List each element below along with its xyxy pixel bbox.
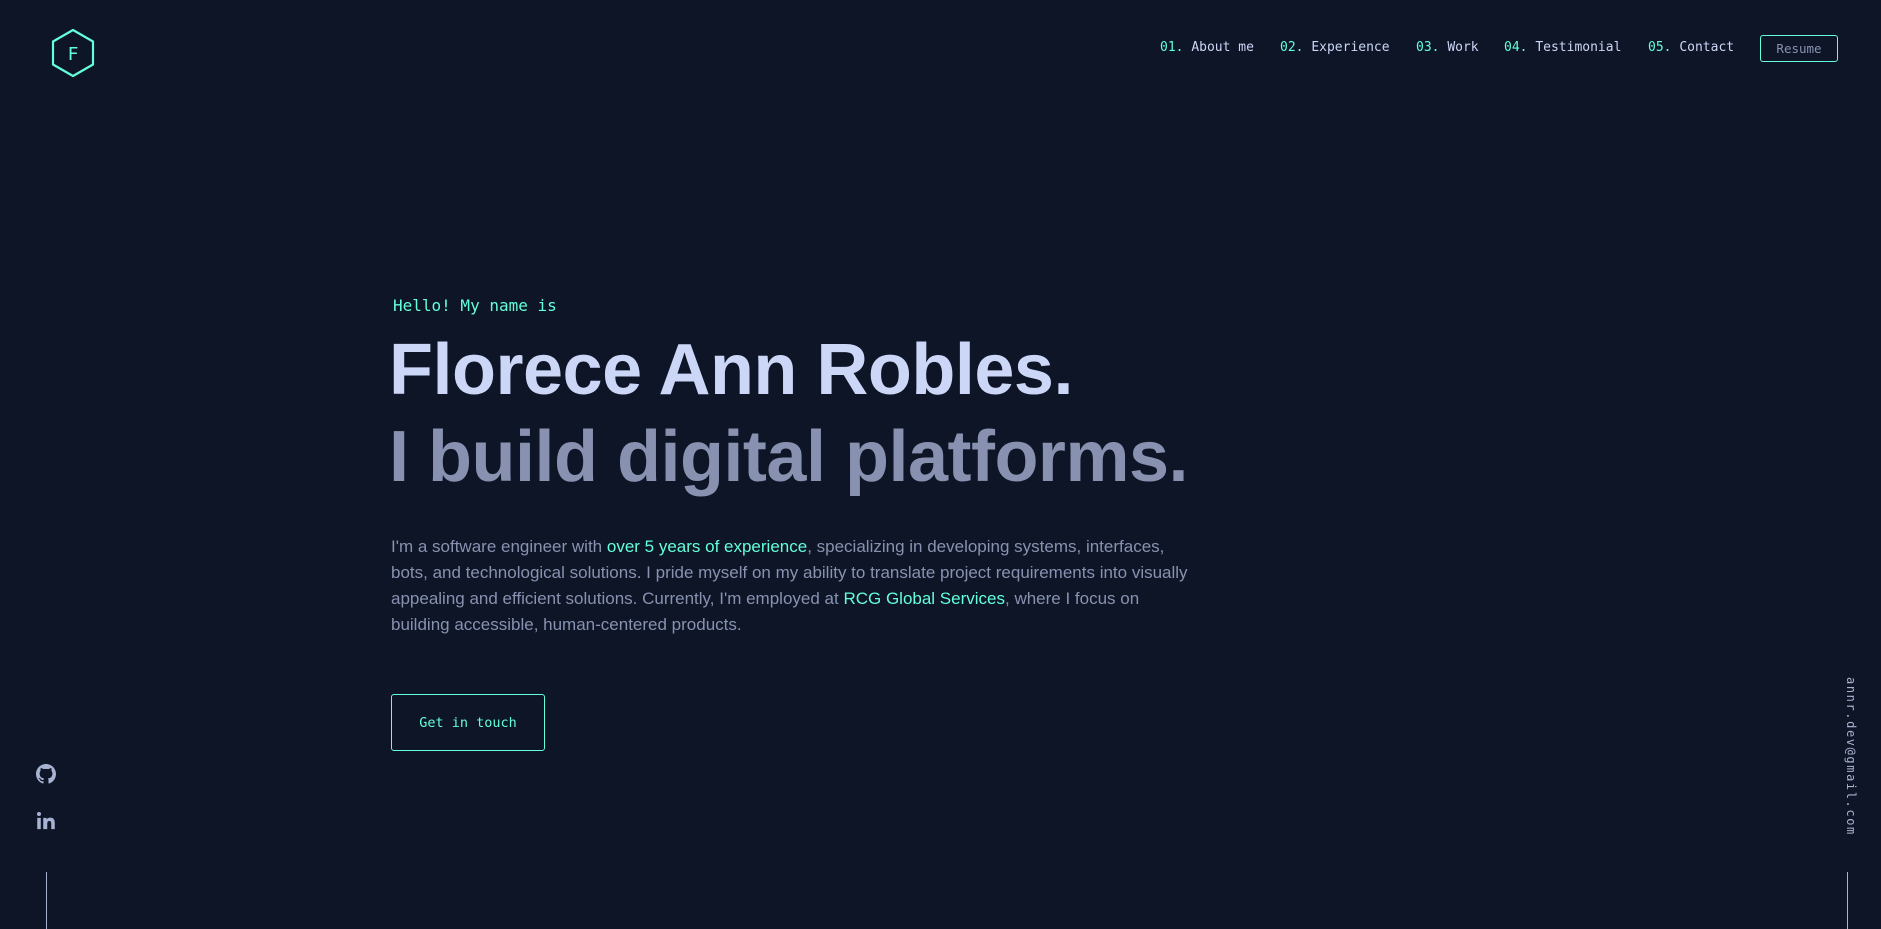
desc-text: I'm a software engineer with xyxy=(391,537,607,556)
nav-item-label: Contact xyxy=(1679,40,1735,55)
linkedin-icon[interactable] xyxy=(36,811,56,831)
logo-letter: F xyxy=(68,44,79,65)
nav-item-number: 01. xyxy=(1160,40,1184,55)
github-icon[interactable] xyxy=(36,764,56,784)
hero-greeting: Hello! My name is xyxy=(393,296,557,315)
nav-item-about[interactable]: 01. About me xyxy=(1160,38,1254,58)
hexagon-logo-icon[interactable]: F xyxy=(50,28,96,78)
nav-item-work[interactable]: 03. Work xyxy=(1416,38,1479,58)
nav-item-label: Experience xyxy=(1311,40,1390,55)
hero-tagline: I build digital platforms. xyxy=(389,417,1189,497)
hero-name: Florece Ann Robles. xyxy=(389,330,1073,410)
email-divider-line xyxy=(1847,872,1848,929)
nav-item-label: Work xyxy=(1447,40,1479,55)
employer-link[interactable]: RCG Global Services xyxy=(843,589,1005,608)
nav-item-number: 05. xyxy=(1648,40,1672,55)
experience-highlight: over 5 years of experience xyxy=(606,537,808,556)
nav-item-label: Testimonial xyxy=(1535,40,1622,55)
nav-item-number: 04. xyxy=(1504,40,1528,55)
hero-description: I'm a software engineer with over 5 year… xyxy=(391,534,1196,638)
nav-item-label: About me xyxy=(1191,40,1254,55)
nav-item-experience[interactable]: 02. Experience xyxy=(1280,38,1390,58)
get-in-touch-button[interactable]: Get in touch xyxy=(391,694,545,751)
email-link[interactable]: annr.dev@gmail.com xyxy=(1838,677,1858,837)
social-divider-line xyxy=(46,872,47,929)
nav-item-number: 03. xyxy=(1416,40,1440,55)
nav-item-testimonial[interactable]: 04. Testimonial xyxy=(1504,38,1621,58)
nav-item-contact[interactable]: 05. Contact xyxy=(1648,38,1734,58)
resume-button[interactable]: Resume xyxy=(1760,35,1838,62)
nav-item-number: 02. xyxy=(1280,40,1304,55)
